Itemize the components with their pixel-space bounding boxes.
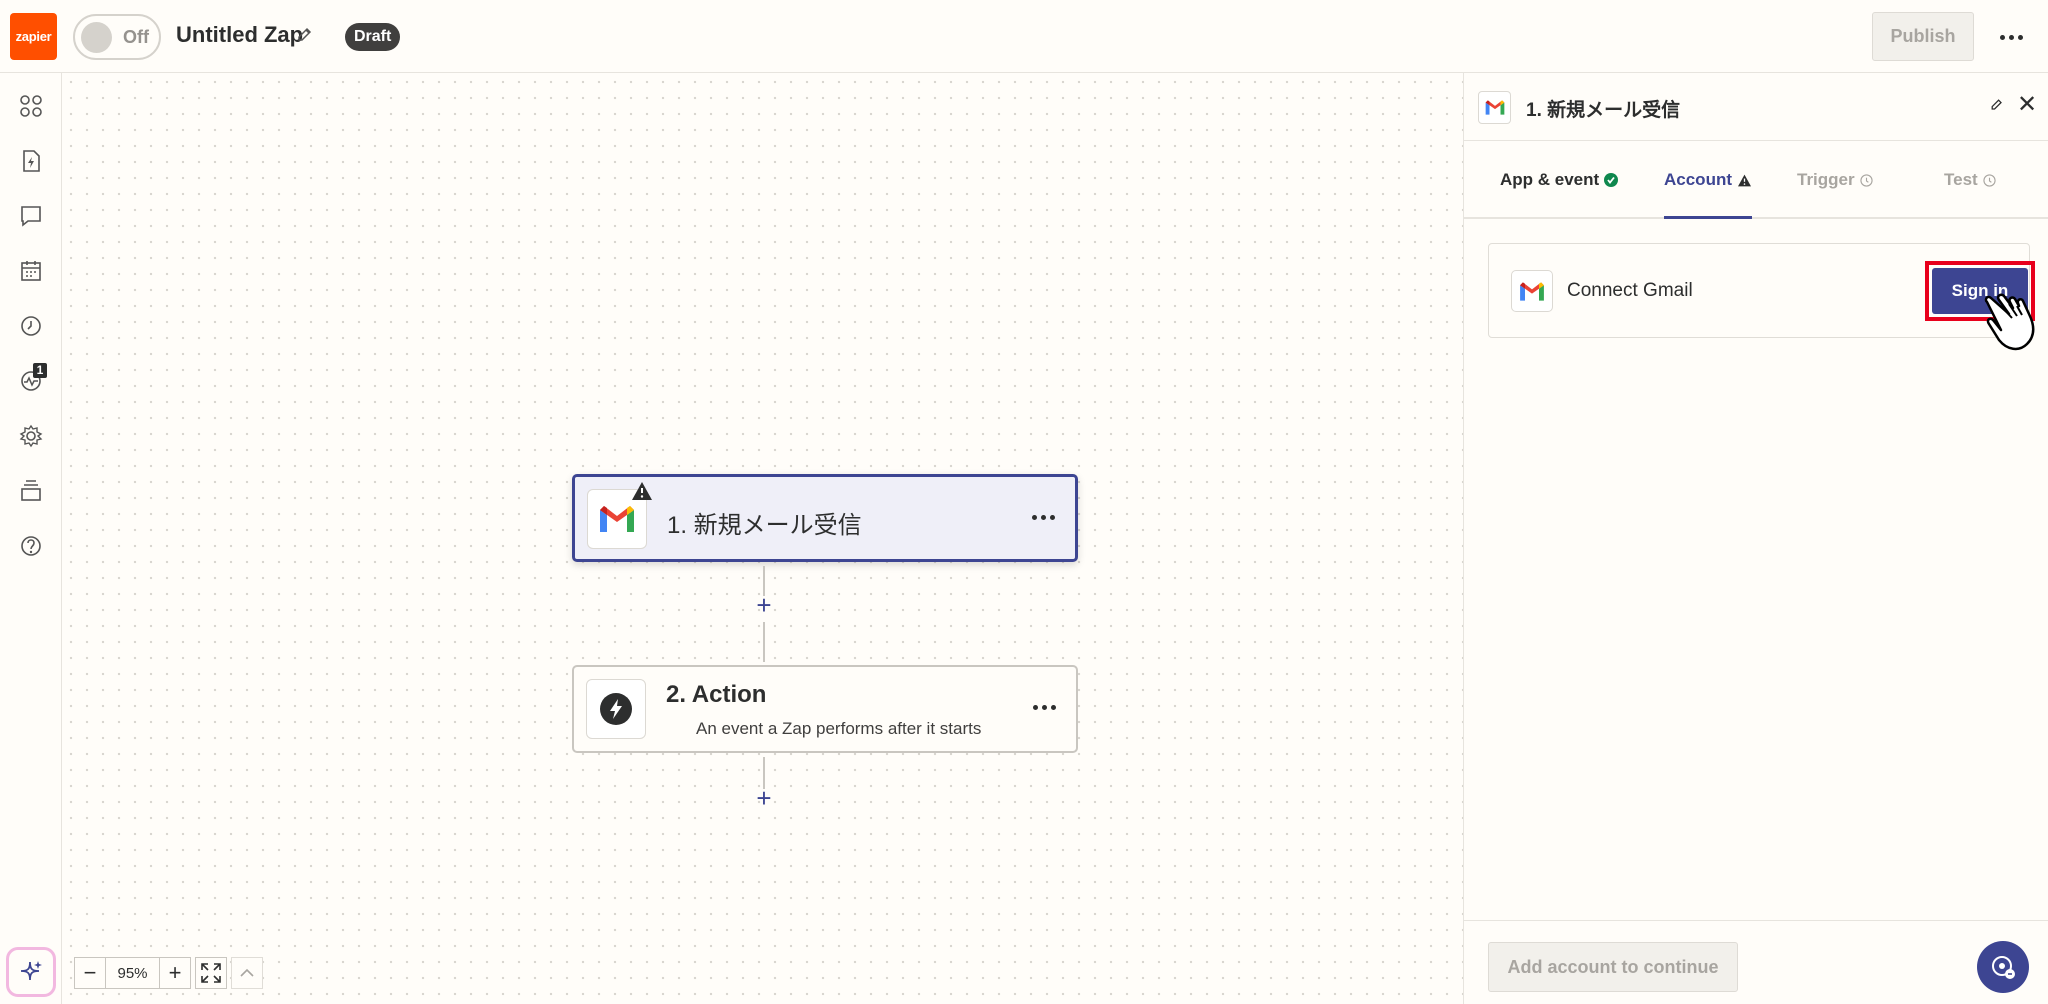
toggle-label: Off <box>123 27 149 47</box>
close-icon[interactable]: ✕ <box>2017 93 2037 117</box>
chevron-up-icon[interactable] <box>231 957 263 989</box>
tab-account[interactable]: Account <box>1664 170 1752 190</box>
versions-icon[interactable] <box>18 478 44 504</box>
check-circle-icon <box>1604 173 1619 187</box>
settings-icon[interactable] <box>18 423 44 449</box>
tab-app-event[interactable]: App & event <box>1500 170 1619 190</box>
zap-on-off-toggle[interactable]: Off <box>73 14 161 60</box>
zap-file-icon[interactable] <box>18 148 44 174</box>
step-editor-panel: 1. 新規メール受信 ✕ App & event Account Trigger… <box>1463 73 2048 1004</box>
zoom-in-button[interactable]: + <box>159 957 191 989</box>
pencil-icon[interactable] <box>295 25 315 45</box>
pencil-icon[interactable] <box>1989 97 2005 113</box>
tab-label: Account <box>1664 170 1732 189</box>
gmail-icon <box>1511 270 1553 312</box>
warning-icon <box>632 482 652 500</box>
warning-icon <box>1738 174 1751 186</box>
status-badge: Draft <box>345 23 401 51</box>
left-sidebar: 1 <box>0 73 62 1004</box>
tab-test[interactable]: Test <box>1944 170 1996 190</box>
calendar-icon[interactable] <box>18 258 44 284</box>
zoom-out-button[interactable]: − <box>74 957 106 989</box>
step-subtitle: An event a Zap performs after it starts <box>696 719 982 738</box>
apps-icon[interactable] <box>18 93 44 119</box>
lightning-icon <box>600 693 632 725</box>
panel-title[interactable]: 1. 新規メール受信 <box>1526 95 1680 122</box>
toggle-knob <box>81 22 112 53</box>
zap-title[interactable]: Untitled Zap <box>176 22 303 48</box>
hand-pointer-icon <box>1984 293 2035 351</box>
pending-circle-icon <box>1859 173 1873 187</box>
tab-trigger[interactable]: Trigger <box>1797 170 1873 190</box>
history-icon[interactable] <box>18 313 44 339</box>
action-step-card[interactable]: 2. Action An event a Zap performs after … <box>572 665 1078 753</box>
zoom-controls: − 95% + <box>74 957 263 989</box>
trigger-step-card[interactable]: 1. 新規メール受信 <box>572 474 1078 562</box>
gmail-icon <box>1478 91 1511 124</box>
pending-circle-icon <box>1983 173 1996 187</box>
step-title: 1. 新規メール受信 <box>667 512 862 539</box>
fit-view-icon[interactable] <box>195 957 227 989</box>
support-chat-button[interactable] <box>1977 941 2029 993</box>
help-icon[interactable] <box>18 533 44 559</box>
continue-button[interactable]: Add account to continue <box>1488 942 1738 992</box>
tab-label: App & event <box>1500 170 1600 189</box>
active-tab-indicator <box>1664 216 1752 219</box>
step-app-icon <box>586 679 646 739</box>
top-bar: zapier Off Untitled Zap Draft Publish <box>0 0 2048 73</box>
publish-button[interactable]: Publish <box>1872 12 1974 61</box>
add-step-plus-icon[interactable]: + <box>754 592 774 618</box>
tab-label: Trigger <box>1797 170 1855 189</box>
more-options-icon[interactable] <box>1994 22 2028 52</box>
panel-header: 1. 新規メール受信 ✕ <box>1464 73 2048 141</box>
step-tabs: App & event Account Trigger Test <box>1464 142 2048 219</box>
step-more-icon[interactable] <box>1033 705 1056 710</box>
zap-canvas[interactable]: 1. 新規メール受信 + 2. Action An event a Zap pe… <box>63 74 1463 1004</box>
zoom-level: 95% <box>106 957 159 989</box>
tab-label: Test <box>1944 170 1978 189</box>
copilot-button[interactable] <box>6 947 56 997</box>
connect-label: Connect Gmail <box>1567 280 1693 301</box>
add-step-plus-icon[interactable]: + <box>754 785 774 811</box>
comment-icon[interactable] <box>18 203 44 229</box>
connect-account-card: Connect Gmail Sign in <box>1488 243 2035 351</box>
connector-line <box>763 622 765 662</box>
sparkle-icon <box>20 961 42 981</box>
step-more-icon[interactable] <box>1032 515 1055 520</box>
step-title: 2. Action <box>666 681 767 708</box>
gmail-icon <box>600 506 634 532</box>
zapier-logo[interactable]: zapier <box>10 13 57 60</box>
panel-footer: Add account to continue <box>1464 920 2048 1004</box>
notification-badge: 1 <box>33 363 47 378</box>
support-chat-icon <box>1992 956 2015 979</box>
